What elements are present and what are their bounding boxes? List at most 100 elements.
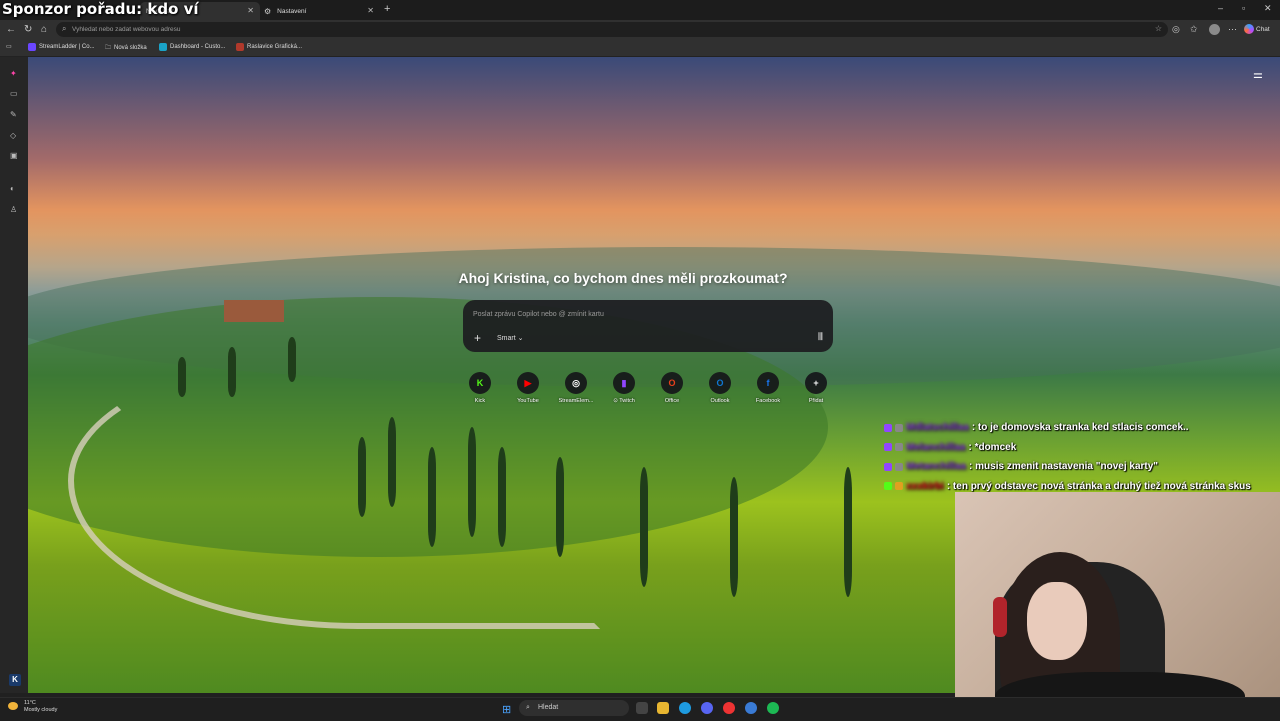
greeting-heading: Ahoj Kristina, co bychom dnes měli prozk… [458,270,788,286]
quick-link-4[interactable]: O Office [652,372,692,404]
refresh-icon[interactable]: ↻ [24,24,32,35]
taskbar-search[interactable]: ⌕ Hledat [519,700,629,716]
chat-username: Metanchillaa [906,461,967,473]
favorite-label: Nová složka [114,45,147,51]
mode-dropdown[interactable]: Smart ⌄ [497,334,524,342]
chat-username: Melanchillaa [906,441,966,453]
spotify-icon[interactable] [767,702,779,714]
quick-link-icon: ▮ [613,372,635,394]
streamladder-icon [28,43,36,51]
maximize-icon[interactable]: ▫ [1242,3,1245,13]
close-tab-icon[interactable]: ✕ [367,6,374,15]
home-icon[interactable]: ⌂ [41,24,47,35]
calendar-icon[interactable]: ▣ [10,151,18,160]
kick-sidebar-button[interactable]: K [9,674,21,686]
quick-link-icon: ▶ [517,372,539,394]
edge-dev-icon[interactable] [745,702,757,714]
quick-link-3[interactable]: ▮ ⊙ Twitch [604,372,644,404]
cypress-tree [178,357,186,397]
favorite-label: Raslavice Grafická... [247,44,303,50]
back-icon[interactable]: ← [6,24,16,35]
close-window-icon[interactable]: ✕ [1264,3,1272,14]
favorite-star-icon[interactable]: ☆ [1155,24,1162,33]
file-explorer-icon[interactable] [657,702,669,714]
chat-message: Metanchillaa: musis zmenit nastavenia "n… [884,457,1251,477]
chat-message: Mdlatschillaa: to je domovska stranka ke… [884,418,1251,438]
favorite-label: StreamLadder | Co... [39,44,95,50]
weather-widget[interactable]: 11°C Mostly cloudy [8,700,57,714]
favorite-streamladder[interactable]: StreamLadder | Co... [28,43,95,51]
chat-badge-icon [884,443,892,452]
page-settings-icon[interactable]: ⚌ [1253,68,1263,81]
favorite-raslavice[interactable]: Raslavice Grafická... [236,43,302,51]
chat-badge-icon [884,423,892,432]
copilot-sidebar-icon[interactable]: ✦ [10,69,17,78]
search-icon: ⌕ [62,24,67,33]
cypress-tree [388,417,396,507]
quick-link-label: ⊙ Twitch [613,398,635,404]
collections-icon[interactable]: ▭ [6,43,12,50]
quick-link-6[interactable]: f Facebook [748,372,788,404]
task-view-icon[interactable] [636,702,648,714]
copilot-chat-button[interactable]: Chat [1244,24,1270,34]
copilot-prompt-box[interactable]: Poslat zprávu Copilot nebo @ zmínit kart… [463,300,833,352]
cypress-tree [228,347,236,397]
quick-link-1[interactable]: ▶ YouTube [508,372,548,404]
discord-icon[interactable] [701,702,713,714]
voice-input-icon[interactable]: 𝄃𝄃 [819,332,823,343]
stream-chat-overlay: Mdlatschillaa: to je domovska stranka ke… [884,418,1251,496]
cypress-tree [428,447,436,547]
favorite-folder[interactable]: 🗀 Nová složka [105,43,147,53]
copilot-icon [1244,24,1254,34]
temperature: 11°C [24,700,36,706]
cypress-tree [844,467,852,597]
edge-icon[interactable] [679,702,691,714]
mode-label: Smart [497,335,516,342]
favorites-icon[interactable]: ✩ [1190,24,1198,35]
chat-badge-icon [884,482,892,491]
more-menu-icon[interactable]: ⋯ [1228,24,1237,35]
quick-link-0[interactable]: K Kick [460,372,500,404]
add-attachment-icon[interactable]: + [474,331,481,345]
quick-link-label: Kick [474,398,486,404]
windows-start-icon[interactable]: ⊞ [502,703,511,716]
quick-link-label: YouTube [517,398,539,404]
omnibox[interactable]: ⌕ Vyhledat nebo zadat webovou adresu ☆ [56,22,1168,37]
chat-badge-icon [895,423,903,432]
tab-settings[interactable]: ⚙ Nastavení ✕ [258,2,380,20]
chat-text: : musis zmenit nastavenia "novej karty" [969,461,1159,473]
quick-link-label: Facebook [755,398,781,404]
weather-condition: Mostly cloudy [24,707,58,713]
gear-icon: ⚙ [264,6,272,16]
streamer-face [1027,582,1087,660]
dashboard-icon [159,43,167,51]
chat-text: : to je domovska stranka ked stlacis com… [971,422,1189,434]
close-tab-icon[interactable]: ✕ [247,6,254,15]
quick-link-icon: + [805,372,827,394]
background-farmhouse [224,300,284,322]
cypress-tree [288,337,296,382]
new-tab-button[interactable]: + [384,3,390,15]
tabs-icon[interactable]: ▭ [10,89,18,98]
extensions-icon[interactable]: ◎ [1172,24,1180,35]
minimize-icon[interactable]: – [1218,3,1223,13]
weather-sun-icon [8,702,18,710]
chat-badge-icon [895,462,903,471]
edit-icon[interactable]: ✎ [10,110,17,119]
chat-message: Melanchillaa: *domcek [884,438,1251,458]
chat-badge-icon [895,482,903,491]
quick-link-label: StreamElem... [558,398,594,404]
taskbar-search-label: Hledat [538,704,559,711]
favorite-dashboard[interactable]: Dashboard - Custo... [159,43,225,51]
quick-link-7[interactable]: + Přidat [796,372,836,404]
shopping-icon[interactable]: ◇ [10,131,16,140]
games-icon[interactable]: ◐ [10,184,15,193]
profile-avatar[interactable] [1209,24,1220,35]
quick-link-5[interactable]: O Outlook [700,372,740,404]
prompt-input[interactable]: Poslat zprávu Copilot nebo @ zmínit kart… [473,311,604,318]
headphones [993,597,1007,637]
tools-icon[interactable]: ♙ [10,205,17,214]
favorite-label: Dashboard - Custo... [170,44,226,50]
quick-link-2[interactable]: ◎ StreamElem... [556,372,596,404]
app-icon[interactable] [723,702,735,714]
